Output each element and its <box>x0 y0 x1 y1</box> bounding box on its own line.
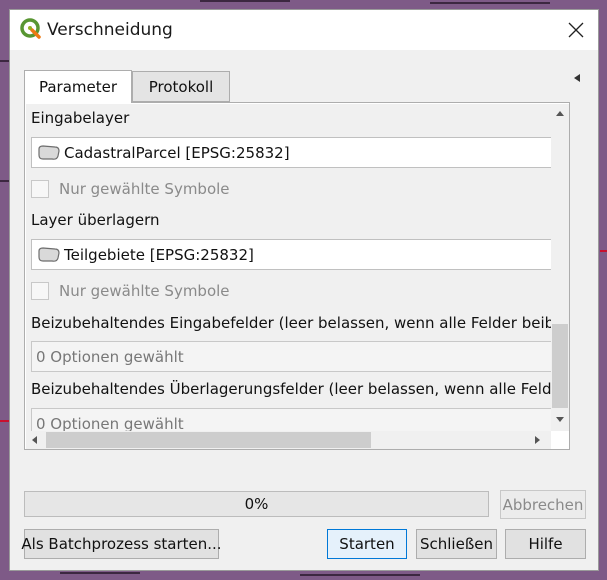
batch-process-button-label: Als Batchprozess starten... <box>21 535 222 553</box>
scroll-down-arrow-icon[interactable] <box>556 417 564 422</box>
cancel-button-label: Abbrechen <box>502 495 584 514</box>
close-icon <box>568 22 584 38</box>
window-title: Verschneidung <box>47 20 173 40</box>
input-layer-value: CadastralParcel [EPSG:25832] <box>64 143 290 162</box>
progress-bar: 0% <box>24 491 489 517</box>
overlay-layer-label: Layer überlagern <box>31 211 160 229</box>
cancel-button[interactable]: Abbrechen <box>500 490 586 519</box>
parameter-scroll-area[interactable]: Eingabelayer CadastralParcel [EPSG:25832… <box>26 104 551 431</box>
tab-protokoll[interactable]: Protokoll <box>132 71 230 102</box>
close-button-label: Schließen <box>419 535 494 553</box>
horizontal-scrollbar[interactable] <box>26 431 551 449</box>
scroll-up-arrow-icon[interactable] <box>556 111 564 116</box>
input-selected-only-checkbox[interactable] <box>31 180 49 198</box>
overlay-selected-only-row: Nur gewählte Symbole <box>31 282 230 300</box>
input-fields-label: Beizubehaltendes Eingabefelder (leer bel… <box>31 314 551 332</box>
close-button[interactable]: Schließen <box>416 529 497 559</box>
overlay-layer-value: Teilgebiete [EPSG:25832] <box>64 245 254 264</box>
help-button-label: Hilfe <box>528 535 563 553</box>
title-bar: Verschneidung <box>10 10 598 50</box>
tab-parameter-label: Parameter <box>38 78 118 96</box>
close-window-button[interactable] <box>554 10 598 50</box>
help-button[interactable]: Hilfe <box>505 529 586 559</box>
input-layer-label: Eingabelayer <box>31 109 130 127</box>
run-button[interactable]: Starten <box>327 529 407 559</box>
overlay-fields-value: 0 Optionen gewählt <box>36 414 184 432</box>
input-fields-value: 0 Optionen gewählt <box>36 347 184 366</box>
vertical-scroll-thumb[interactable] <box>552 324 568 408</box>
horizontal-scroll-thumb[interactable] <box>46 432 371 448</box>
qgis-logo-icon <box>20 18 41 39</box>
input-fields-selector[interactable]: 0 Optionen gewählt <box>31 341 551 372</box>
input-selected-only-label: Nur gewählte Symbole <box>59 180 230 198</box>
overlay-selected-only-label: Nur gewählte Symbole <box>59 282 230 300</box>
vertical-scrollbar[interactable] <box>551 104 569 431</box>
polygon-layer-icon <box>38 246 60 262</box>
run-button-label: Starten <box>339 535 395 553</box>
overlay-fields-label: Beizubehaltendes Überlagerungsfelder (le… <box>31 380 551 398</box>
scroll-right-arrow-icon[interactable] <box>535 436 540 444</box>
intersection-dialog: Verschneidung Parameter Protokoll Eingab… <box>9 9 599 571</box>
overlay-fields-selector[interactable]: 0 Optionen gewählt <box>31 408 551 431</box>
input-selected-only-row: Nur gewählte Symbole <box>31 180 230 198</box>
overlay-selected-only-checkbox[interactable] <box>31 282 49 300</box>
collapse-panel-arrow-icon[interactable] <box>574 74 580 82</box>
overlay-layer-combo[interactable]: Teilgebiete [EPSG:25832] <box>31 239 551 270</box>
scroll-left-arrow-icon[interactable] <box>32 436 37 444</box>
parameter-panel: Eingabelayer CadastralParcel [EPSG:25832… <box>24 102 570 450</box>
polygon-layer-icon <box>38 144 60 160</box>
tab-protokoll-label: Protokoll <box>148 77 214 96</box>
progress-text: 0% <box>244 495 269 513</box>
tab-parameter[interactable]: Parameter <box>24 70 132 103</box>
input-layer-combo[interactable]: CadastralParcel [EPSG:25832] <box>31 137 551 168</box>
batch-process-button[interactable]: Als Batchprozess starten... <box>21 529 222 559</box>
